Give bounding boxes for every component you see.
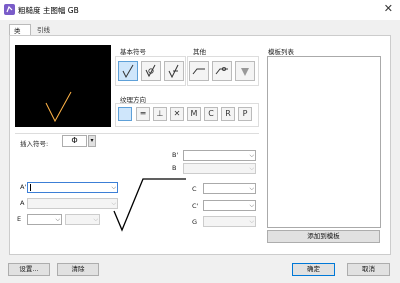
chevron-down-icon: ⌵	[249, 185, 254, 192]
chevron-down-icon: ⌵	[93, 216, 98, 223]
e-combo[interactable]: ⌵	[27, 214, 62, 225]
checkmark-symbol-icon	[122, 64, 134, 79]
texture-m-button[interactable]: M	[187, 107, 201, 121]
texture-r-button[interactable]: R	[221, 107, 235, 121]
field-label-b-prime: B'	[172, 151, 179, 159]
ok-button[interactable]: 确定	[292, 263, 335, 276]
chevron-down-icon: ⌵	[249, 202, 254, 209]
e-secondary-combo[interactable]: ⌵	[65, 214, 100, 225]
other-label: 其他	[193, 48, 206, 56]
add-to-template-button[interactable]: 添加到模板	[267, 230, 380, 243]
texture-cross-button[interactable]: ✕	[170, 107, 184, 121]
texture-perpendicular-button[interactable]: ⊥	[153, 107, 167, 121]
c-combo[interactable]: ⌵	[203, 183, 256, 194]
field-label-e: E	[17, 215, 22, 223]
texture-parallel-button[interactable]: ═	[136, 107, 150, 121]
checkmark-circle-button[interactable]	[141, 61, 161, 81]
checkmark-preview-icon	[45, 91, 72, 123]
texture-none-button[interactable]	[118, 107, 132, 121]
texture-c-button[interactable]: C	[204, 107, 218, 121]
b-combo[interactable]: ⌵	[183, 163, 256, 174]
settings-button[interactable]: 设置...	[8, 263, 50, 276]
close-icon[interactable]: ✕	[384, 3, 393, 15]
clear-button[interactable]: 清除	[57, 263, 99, 276]
chevron-down-icon: ⌵	[111, 184, 116, 191]
field-label-a-prime: A'	[20, 183, 27, 191]
checkmark-bar-button[interactable]	[164, 61, 184, 81]
field-label-a: A	[20, 199, 25, 207]
line-circle-symbol-button[interactable]	[212, 61, 232, 81]
text-caret	[30, 184, 31, 191]
field-label-b: B	[172, 164, 177, 172]
field-label-c-prime: C'	[192, 202, 199, 210]
c-prime-combo[interactable]: ⌵	[203, 200, 256, 211]
roughness-symbol-diagram	[113, 178, 186, 232]
insert-symbol-label: 插入符号:	[20, 140, 49, 148]
insert-symbol-button[interactable]: Φ	[62, 135, 87, 147]
checkmark-circle-symbol-icon	[145, 64, 156, 78]
chevron-down-icon: ⌵	[55, 216, 60, 223]
line-symbol-button[interactable]	[189, 61, 209, 81]
window-title: 粗糙度 主图幅 GB	[18, 6, 79, 15]
field-label-g: G	[192, 218, 198, 226]
line-icon	[192, 68, 205, 75]
symbol-preview	[15, 45, 111, 127]
insert-symbol-dropdown[interactable]: ▾	[88, 135, 96, 147]
a-prime-combo[interactable]: ⌵	[27, 182, 118, 193]
filled-triangle-icon	[241, 68, 249, 76]
chevron-down-icon: ⌵	[111, 200, 116, 207]
template-list-label: 模板列表	[268, 48, 294, 56]
chevron-down-icon: ⌵	[249, 218, 254, 225]
separator	[15, 133, 259, 134]
checkmark-bar-symbol-icon	[168, 64, 179, 79]
g-combo[interactable]: ⌵	[203, 216, 256, 227]
b-prime-combo[interactable]: ⌵	[183, 150, 256, 161]
filled-triangle-symbol-button[interactable]	[235, 61, 255, 81]
a-combo[interactable]: ⌵	[27, 198, 118, 209]
basic-symbols-label: 基本符号	[120, 48, 146, 56]
template-listbox[interactable]	[267, 56, 381, 228]
cancel-button[interactable]: 取消	[347, 263, 390, 276]
field-label-c: C	[192, 185, 197, 193]
line-circle-icon	[215, 67, 228, 75]
chevron-down-icon: ⌵	[249, 152, 254, 159]
texture-p-button[interactable]: P	[238, 107, 252, 121]
app-icon	[4, 4, 15, 15]
chevron-down-icon: ⌵	[249, 165, 254, 172]
checkmark-symbol-button[interactable]	[118, 61, 138, 81]
